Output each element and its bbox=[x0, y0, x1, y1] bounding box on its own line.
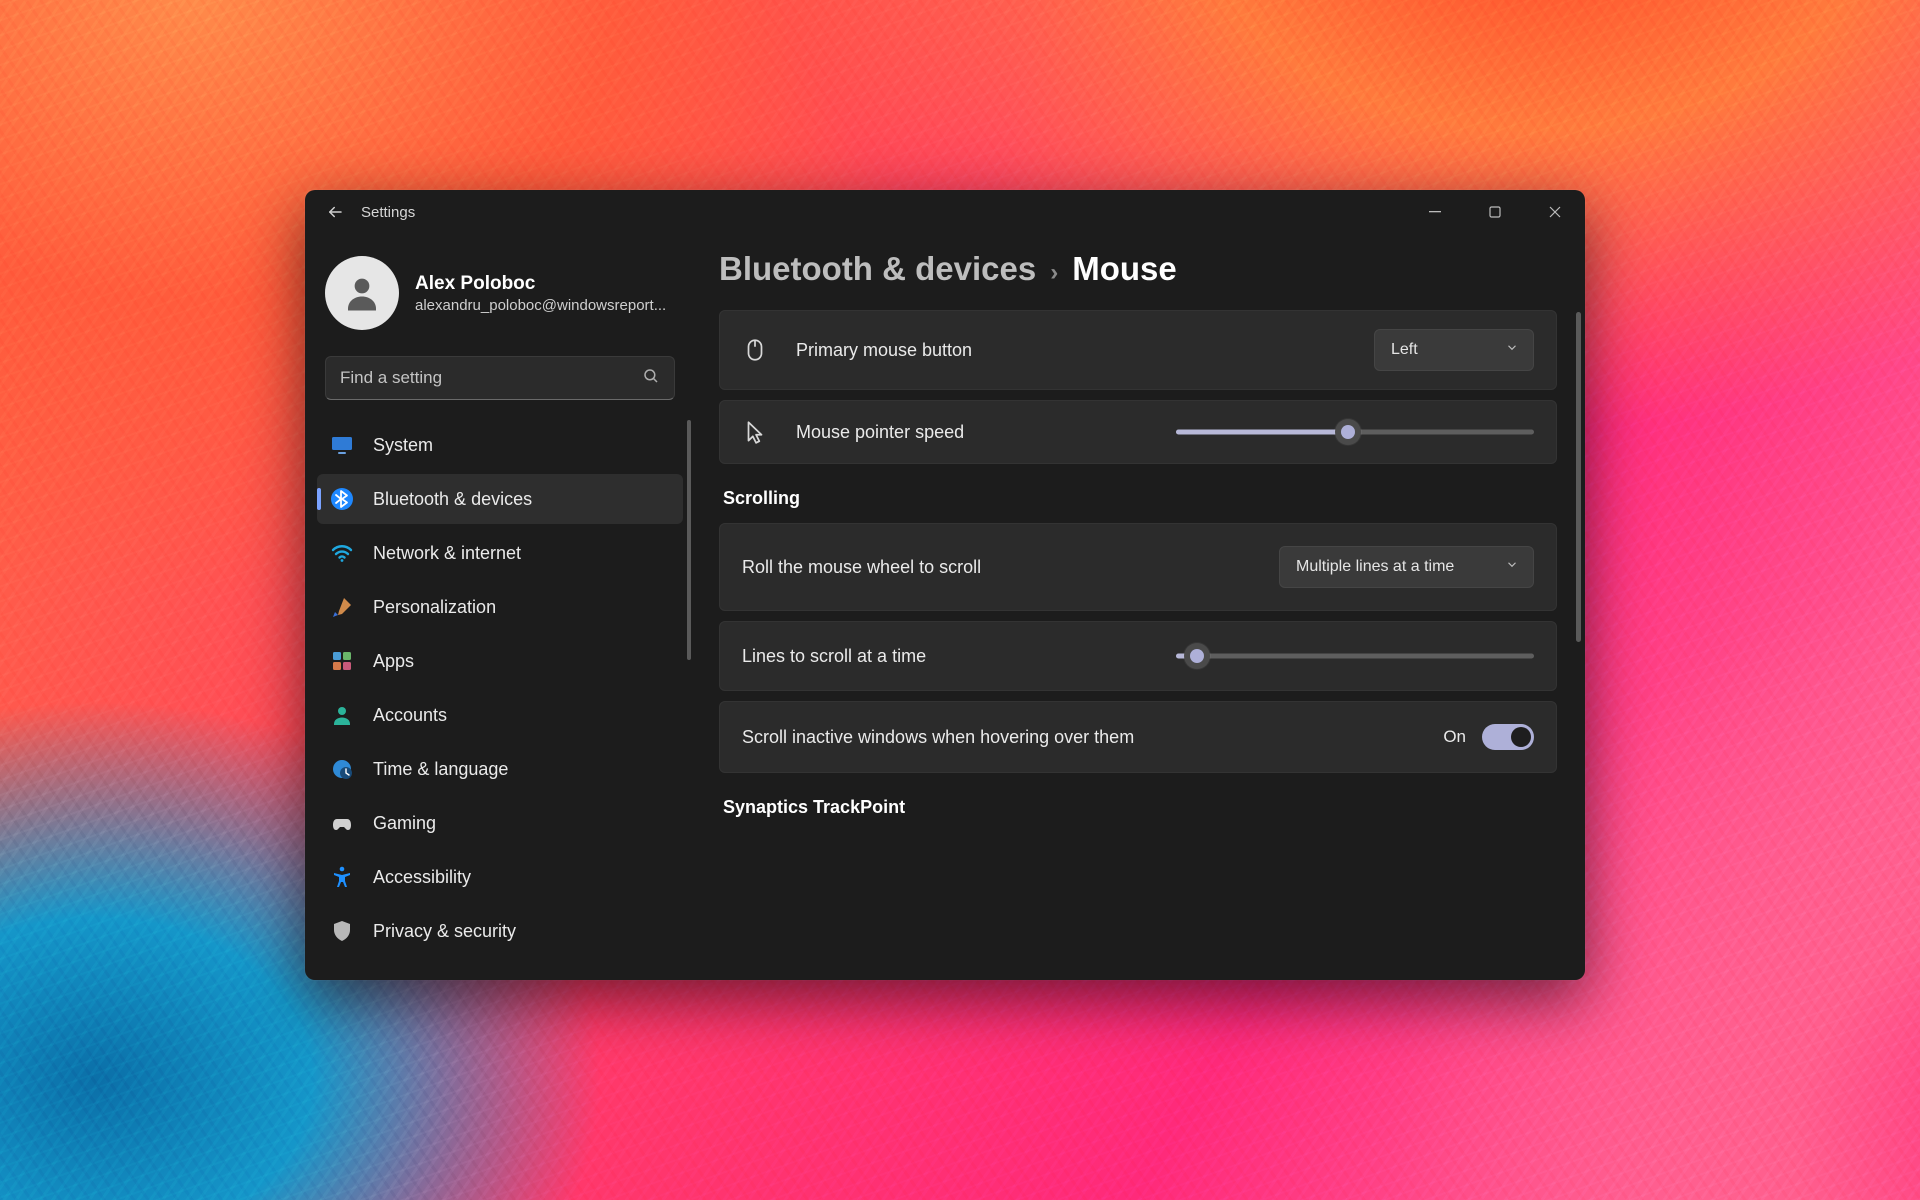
setting-lines-to-scroll: Lines to scroll at a time bbox=[719, 621, 1557, 691]
back-button[interactable] bbox=[321, 198, 349, 226]
sidebar-item-system[interactable]: System bbox=[317, 420, 683, 470]
main-scrollbar[interactable] bbox=[1576, 312, 1581, 642]
avatar bbox=[325, 256, 399, 330]
close-button[interactable] bbox=[1525, 190, 1585, 234]
profile-block[interactable]: Alex Poloboc alexandru_poloboc@windowsre… bbox=[317, 244, 693, 348]
clock-globe-icon bbox=[329, 756, 355, 782]
scroll-inactive-toggle[interactable] bbox=[1482, 724, 1534, 750]
setting-pointer-speed: Mouse pointer speed bbox=[719, 400, 1557, 464]
sidebar-item-label: Time & language bbox=[373, 759, 508, 780]
nav-list: System Bluetooth & devices Network & int… bbox=[317, 420, 693, 956]
person-icon bbox=[329, 702, 355, 728]
wifi-icon bbox=[329, 540, 355, 566]
toggle-state-label: On bbox=[1443, 727, 1466, 747]
main-content: Bluetooth & devices › Mouse Primary mous… bbox=[693, 234, 1585, 980]
setting-label: Scroll inactive windows when hovering ov… bbox=[742, 727, 1134, 748]
accessibility-icon bbox=[329, 864, 355, 890]
breadcrumb: Bluetooth & devices › Mouse bbox=[719, 250, 1557, 288]
window-title: Settings bbox=[361, 204, 415, 221]
apps-icon bbox=[329, 648, 355, 674]
breadcrumb-parent[interactable]: Bluetooth & devices bbox=[719, 250, 1036, 288]
sidebar-item-bluetooth-devices[interactable]: Bluetooth & devices bbox=[317, 474, 683, 524]
pointer-speed-slider[interactable] bbox=[1176, 420, 1534, 444]
search-icon bbox=[642, 367, 660, 390]
sidebar-item-label: Bluetooth & devices bbox=[373, 489, 532, 510]
page-title: Mouse bbox=[1072, 250, 1177, 288]
sidebar-item-label: Gaming bbox=[373, 813, 436, 834]
sidebar-item-label: Accessibility bbox=[373, 867, 471, 888]
sidebar-item-label: Network & internet bbox=[373, 543, 521, 564]
user-display-name: Alex Poloboc bbox=[415, 272, 666, 297]
setting-wheel-mode: Roll the mouse wheel to scroll Multiple … bbox=[719, 523, 1557, 611]
sidebar-item-label: System bbox=[373, 435, 433, 456]
setting-label: Primary mouse button bbox=[796, 340, 972, 361]
section-trackpoint-title: Synaptics TrackPoint bbox=[723, 797, 1557, 818]
title-bar: Settings bbox=[305, 190, 1585, 234]
setting-label: Roll the mouse wheel to scroll bbox=[742, 557, 981, 578]
setting-primary-mouse-button: Primary mouse button Left bbox=[719, 310, 1557, 390]
sidebar-item-label: Privacy & security bbox=[373, 921, 516, 942]
chevron-down-icon bbox=[1505, 558, 1519, 577]
sidebar: Alex Poloboc alexandru_poloboc@windowsre… bbox=[305, 234, 693, 980]
search-box[interactable] bbox=[325, 356, 675, 400]
display-icon bbox=[329, 432, 355, 458]
setting-scroll-inactive: Scroll inactive windows when hovering ov… bbox=[719, 701, 1557, 773]
sidebar-item-gaming[interactable]: Gaming bbox=[317, 798, 683, 848]
sidebar-item-accounts[interactable]: Accounts bbox=[317, 690, 683, 740]
gamepad-icon bbox=[329, 810, 355, 836]
sidebar-item-label: Accounts bbox=[373, 705, 447, 726]
section-scrolling-title: Scrolling bbox=[723, 488, 1557, 509]
primary-button-select[interactable]: Left bbox=[1374, 329, 1534, 371]
cursor-icon bbox=[742, 419, 768, 445]
maximize-button[interactable] bbox=[1465, 190, 1525, 234]
chevron-right-icon: › bbox=[1050, 259, 1058, 287]
select-value: Left bbox=[1391, 341, 1418, 359]
bluetooth-icon bbox=[329, 486, 355, 512]
sidebar-item-label: Apps bbox=[373, 651, 414, 672]
setting-label: Lines to scroll at a time bbox=[742, 646, 926, 667]
mouse-icon bbox=[742, 337, 768, 363]
sidebar-item-time-language[interactable]: Time & language bbox=[317, 744, 683, 794]
sidebar-scrollbar[interactable] bbox=[687, 420, 691, 660]
minimize-button[interactable] bbox=[1405, 190, 1465, 234]
sidebar-item-network[interactable]: Network & internet bbox=[317, 528, 683, 578]
sidebar-item-privacy-security[interactable]: Privacy & security bbox=[317, 906, 683, 956]
paintbrush-icon bbox=[329, 594, 355, 620]
search-input[interactable] bbox=[340, 368, 634, 388]
sidebar-item-personalization[interactable]: Personalization bbox=[317, 582, 683, 632]
wheel-mode-select[interactable]: Multiple lines at a time bbox=[1279, 546, 1534, 588]
setting-label: Mouse pointer speed bbox=[796, 422, 964, 443]
lines-slider[interactable] bbox=[1176, 644, 1534, 668]
sidebar-item-label: Personalization bbox=[373, 597, 496, 618]
settings-window: Settings Alex Poloboc alexandru_p bbox=[305, 190, 1585, 980]
select-value: Multiple lines at a time bbox=[1296, 558, 1454, 576]
sidebar-item-apps[interactable]: Apps bbox=[317, 636, 683, 686]
user-email: alexandru_poloboc@windowsreport... bbox=[415, 297, 666, 314]
shield-icon bbox=[329, 918, 355, 944]
sidebar-item-accessibility[interactable]: Accessibility bbox=[317, 852, 683, 902]
chevron-down-icon bbox=[1505, 341, 1519, 360]
